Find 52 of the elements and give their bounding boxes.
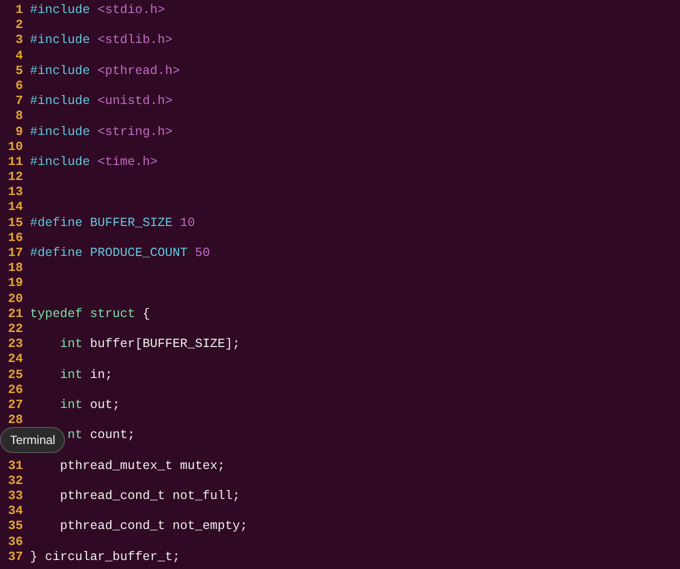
line-number: 4 bbox=[15, 48, 23, 64]
line-number: 28 bbox=[8, 413, 23, 428]
line-number: 31 bbox=[8, 458, 23, 474]
line-number: 24 bbox=[8, 352, 23, 368]
line-number: 22 bbox=[8, 322, 23, 338]
line-number: 37 bbox=[8, 550, 23, 565]
code-line: pthread_mutex_t mutex; bbox=[59, 458, 226, 474]
line-number: 13 bbox=[8, 185, 23, 200]
code-line: #include <unistd.h> bbox=[30, 94, 173, 110]
line-number: 15 bbox=[8, 216, 23, 231]
line-number: 8 bbox=[15, 109, 23, 124]
code-line: #define BUFFER_SIZE 10 bbox=[30, 216, 196, 231]
line-number: 32 bbox=[8, 474, 23, 490]
tooltip: Terminal bbox=[0, 427, 66, 453]
code-line: #define PRODUCE_COUNT 50 bbox=[30, 246, 210, 262]
line-number: 1 bbox=[15, 3, 23, 18]
line-number: 16 bbox=[8, 230, 23, 246]
code-line: #include <string.h> bbox=[30, 124, 173, 140]
line-number: 14 bbox=[8, 200, 23, 216]
line-number: 9 bbox=[15, 124, 23, 140]
line-number: 35 bbox=[8, 519, 23, 535]
line-number: 3 bbox=[15, 33, 23, 49]
line-number: 20 bbox=[8, 292, 23, 307]
line-number: 19 bbox=[8, 276, 23, 292]
code-line: pthread_cond_t not_empty; bbox=[59, 519, 248, 535]
code-line: #include <stdio.h> bbox=[30, 3, 166, 18]
line-number: 34 bbox=[8, 504, 23, 520]
line-number: 26 bbox=[8, 382, 23, 398]
code-line: #include <time.h> bbox=[30, 154, 158, 170]
line-number: 17 bbox=[8, 246, 23, 262]
code-line: } circular_buffer_t; bbox=[30, 550, 180, 565]
line-number: 21 bbox=[8, 306, 23, 322]
line-number: 2 bbox=[15, 18, 23, 34]
line-number: 5 bbox=[15, 64, 23, 79]
code-line: int out; bbox=[59, 398, 120, 414]
line-number: 23 bbox=[8, 337, 23, 352]
line-number: 12 bbox=[8, 170, 23, 186]
code-line: #include <pthread.h> bbox=[30, 64, 180, 79]
code-line: #include <stdlib.h> bbox=[30, 33, 173, 49]
line-number: 18 bbox=[8, 261, 23, 276]
code-line: typedef struct { bbox=[30, 306, 150, 322]
line-number: 10 bbox=[8, 140, 23, 155]
line-number: 6 bbox=[15, 78, 23, 94]
line-number: 11 bbox=[8, 154, 23, 170]
line-number: 25 bbox=[8, 368, 23, 383]
code-line: int in; bbox=[59, 368, 113, 383]
line-number: 27 bbox=[8, 398, 23, 414]
line-number: 33 bbox=[8, 489, 23, 504]
code-line: int buffer[BUFFER_SIZE]; bbox=[59, 337, 240, 352]
code-line: pthread_cond_t not_full; bbox=[59, 489, 240, 504]
line-number: 7 bbox=[15, 94, 23, 110]
line-number: 36 bbox=[8, 534, 23, 550]
